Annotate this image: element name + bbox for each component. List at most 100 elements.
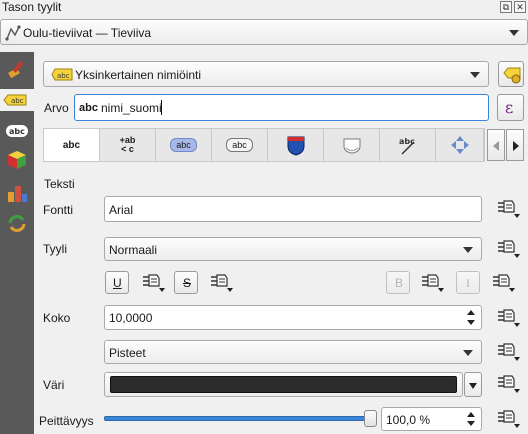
spin-down-icon[interactable] [467,320,475,325]
font-dropdown[interactable] [455,197,481,221]
color-override-button[interactable] [495,373,521,395]
font-value: Arial [109,203,134,217]
color-swatch [110,376,457,393]
opacity-override-button[interactable] [495,408,521,430]
svg-text:abc: abc [9,127,25,136]
abc-mask-icon: abc [6,125,28,137]
units-override-button[interactable] [495,341,521,363]
data-defined-override-icon [493,274,515,292]
italic-button[interactable]: I [456,271,480,294]
bold-button[interactable]: B [386,271,410,294]
color-label: Väri [43,378,65,392]
tab-buffer[interactable]: abc [156,129,212,161]
bold-override-button[interactable] [419,272,445,294]
tab-text[interactable]: abc [44,129,100,161]
style-label: Tyyli [43,242,67,256]
opacity-field[interactable]: 100,0 % [381,407,482,431]
chevron-down-icon [469,383,477,389]
layer-select-value: Oulu-tieviivat — Tieviiva [23,26,152,40]
size-override-button[interactable] [495,307,521,329]
data-defined-override-icon [498,410,520,428]
cube-icon [8,151,26,169]
size-value: 10,0000 [109,311,153,325]
float-icon[interactable]: ⧉ [500,1,512,13]
rendering-tab[interactable] [5,212,29,234]
tab-shadow[interactable] [268,129,324,161]
tab-background[interactable]: abc [212,129,268,161]
label-mode-select[interactable]: abc Yksinkertainen nimiöinti [43,61,489,87]
text-tab-icon: abc [62,139,81,151]
chevron-down-icon [463,247,473,253]
strikeout-label: S [183,276,192,290]
section-title: Teksti [44,177,75,191]
close-icon[interactable]: ✕ [514,1,526,13]
spin-up-icon[interactable] [467,412,475,417]
label-settings-tabs: abc +ab < c abc abc abc [43,128,485,162]
underline-label: U [113,276,122,290]
data-defined-override-icon [498,309,520,327]
tabs-scroll-left-button[interactable] [487,129,505,161]
placement-icon: abc [399,137,415,155]
size-field[interactable]: 10,0000 [104,305,482,330]
value-field[interactable]: abc nimi_suomi [74,94,489,121]
chevron-left-icon [493,141,499,151]
color-button[interactable] [104,372,463,397]
underline-override-button[interactable] [140,272,166,294]
chevron-down-icon [470,72,480,78]
expression-button[interactable]: ε [497,94,524,121]
underline-button[interactable]: U [105,271,129,294]
label-settings-button[interactable] [498,61,524,87]
strikeout-override-button[interactable] [208,272,234,294]
tab-callouts[interactable] [324,129,380,161]
chevron-down-icon [463,350,473,356]
opacity-slider[interactable] [104,410,377,427]
data-defined-override-icon [143,274,165,292]
label-mode-value: Yksinkertainen nimiöinti [75,68,202,82]
label-icon: abc [3,94,27,106]
data-defined-override-icon [498,240,520,258]
size-label: Koko [43,311,71,325]
style-select[interactable]: Normaali [104,237,482,261]
svg-text:abc: abc [399,137,415,146]
tabs-scroll-right-button[interactable] [506,129,524,161]
tab-rendering[interactable] [436,129,484,161]
symbology-tab[interactable] [5,58,29,80]
text-cursor [161,100,162,115]
strikeout-button[interactable]: S [174,271,198,294]
diagrams-tab[interactable] [5,182,29,204]
data-defined-override-icon [498,343,520,361]
svg-text:abc: abc [11,97,24,105]
move-icon [450,136,469,154]
background-tab-icon: abc [226,138,253,152]
tab-placement[interactable]: abc [380,129,436,161]
units-value: Pisteet [109,346,146,360]
font-label: Fontti [43,203,74,217]
data-defined-override-icon [498,375,520,393]
data-defined-override-icon [422,274,444,292]
chevron-down-icon [509,30,519,36]
labels-tab[interactable]: abc [0,89,34,111]
bold-label: B [395,276,404,290]
slider-fill [104,416,366,421]
3d-view-tab[interactable] [5,149,29,171]
style-override-button[interactable] [495,238,521,260]
italic-override-button[interactable] [490,272,516,294]
svg-text:abc: abc [57,72,70,80]
font-override-button[interactable] [495,198,521,220]
data-defined-override-icon [498,200,520,218]
font-select[interactable]: Arial [104,196,482,222]
opacity-label: Peittävyys [39,414,94,428]
masks-tab[interactable]: abc [5,120,29,142]
spin-up-icon[interactable] [467,310,475,315]
data-defined-override-icon [211,274,233,292]
spin-down-icon[interactable] [467,421,475,426]
layer-select[interactable]: Oulu-tieviivat — Tieviiva [0,19,528,45]
color-menu-button[interactable] [464,372,482,397]
tab-formatting[interactable]: +ab < c [100,129,156,161]
style-sidebar: abc abc [0,52,34,434]
paintbrush-icon [8,61,24,79]
slider-handle[interactable] [364,410,377,427]
opacity-value: 100,0 % [386,413,431,427]
units-select[interactable]: Pisteet [104,340,482,364]
callout-icon [343,138,360,154]
